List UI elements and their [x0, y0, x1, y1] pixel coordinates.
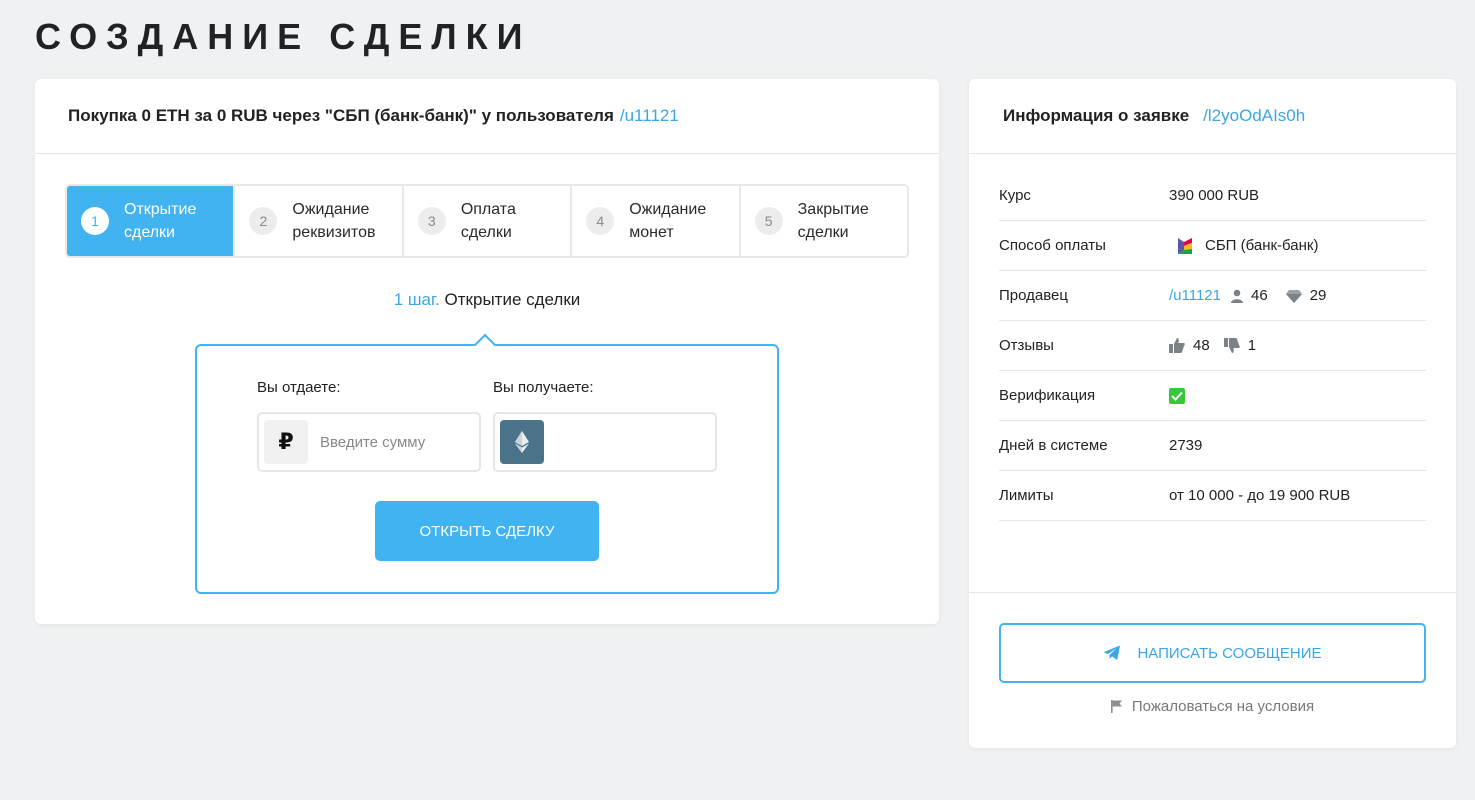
- send-message-button[interactable]: НАПИСАТЬ СООБЩЕНИЕ: [999, 623, 1426, 683]
- step-await-details[interactable]: 2 Ожидание реквизитов: [235, 186, 404, 256]
- deal-header-text: Покупка 0 ETH за 0 RUB через "СБП (банк-…: [68, 106, 614, 125]
- telegram-icon: [1103, 645, 1121, 660]
- verified-check-icon: [1169, 387, 1185, 404]
- step-number: 4: [586, 207, 615, 235]
- reviews-label: Отзывы: [999, 337, 1054, 354]
- steps-bar: 1 Открытие сделки 2 Ожидание реквизитов …: [65, 184, 909, 258]
- ethereum-icon: [500, 420, 544, 464]
- ruble-icon: ₽: [264, 420, 308, 464]
- info-row-payment: Способ оплаты СБП (банк-банк): [999, 221, 1426, 271]
- limits-label: Лимиты: [999, 487, 1054, 504]
- info-row-seller: Продавец /u11121 46 29: [999, 271, 1426, 321]
- step-number: 1: [81, 207, 109, 235]
- thumbs-down-icon: [1223, 338, 1240, 353]
- info-row-days: Дней в системе 2739: [999, 421, 1426, 471]
- payment-label: Способ оплаты: [999, 237, 1106, 254]
- info-row-rate: Курс 390 000 RUB: [999, 171, 1426, 221]
- payment-value: СБП (банк-банк): [1205, 237, 1319, 254]
- step-label: Закрытие сделки: [797, 201, 869, 241]
- step-close-deal[interactable]: 5 Закрытие сделки: [740, 186, 907, 256]
- step-label: Оплата сделки: [460, 201, 516, 241]
- get-label: Вы получаете:: [493, 379, 594, 396]
- seller-rating: 29: [1309, 287, 1327, 304]
- step-caption: 1 шаг. Открытие сделки: [35, 290, 939, 310]
- step-caption-text: Открытие сделки: [444, 290, 581, 309]
- verification-label: Верификация: [999, 387, 1096, 404]
- seller-deals-count: 46: [1251, 287, 1268, 304]
- get-field[interactable]: [493, 412, 717, 472]
- give-amount-input[interactable]: [320, 433, 470, 451]
- info-row-limits: Лимиты от 10 000 - до 19 900 RUB: [999, 471, 1426, 521]
- seller-link-header[interactable]: /u11121: [620, 106, 679, 126]
- deal-form: Вы отдаете: Вы получаете: ₽ ОТКРЫТЬ СДЕЛ…: [195, 344, 779, 594]
- days-value: 2739: [1169, 437, 1203, 454]
- order-info-card: Информация о заявке /l2yoOdAIs0h Курс 39…: [969, 79, 1456, 748]
- step-payment[interactable]: 3 Оплата сделки: [403, 186, 573, 256]
- complain-label: Пожаловаться на условия: [1131, 698, 1315, 715]
- days-label: Дней в системе: [999, 437, 1108, 454]
- send-message-label: НАПИСАТЬ СООБЩЕНИЕ: [1137, 644, 1322, 662]
- deal-header: Покупка 0 ETH за 0 RUB через "СБП (банк-…: [35, 79, 939, 154]
- deal-card: Покупка 0 ETH за 0 RUB через "СБП (банк-…: [35, 79, 939, 624]
- rate-value: 390 000 RUB: [1169, 187, 1260, 204]
- step-number: 3: [417, 207, 446, 235]
- order-info-list: Курс 390 000 RUB Способ оплаты СБП (банк…: [999, 171, 1426, 521]
- step-number: 2: [249, 207, 278, 235]
- step-await-coins[interactable]: 4 Ожидание монет: [572, 186, 741, 256]
- step-number: 5: [754, 207, 783, 235]
- step-caption-number: 1 шаг.: [393, 290, 440, 309]
- page-title: СОЗДАНИЕ СДЕЛКИ: [35, 16, 532, 57]
- thumbs-up-icon: [1169, 338, 1185, 353]
- diamond-icon: [1285, 289, 1302, 303]
- reviews-positive: 48: [1193, 337, 1210, 354]
- step-label: Ожидание реквизитов: [292, 201, 376, 241]
- complain-link[interactable]: Пожаловаться на условия: [969, 698, 1456, 715]
- give-label: Вы отдаете:: [257, 379, 341, 396]
- reviews-negative: 1: [1247, 337, 1257, 354]
- sbp-logo-icon: [1178, 237, 1192, 254]
- user-icon: [1231, 289, 1243, 303]
- order-info-title: Информация о заявке: [1003, 106, 1190, 125]
- limits-value: от 10 000 - до 19 900 RUB: [1169, 487, 1351, 504]
- give-field[interactable]: ₽: [257, 412, 481, 472]
- divider: [969, 592, 1456, 593]
- open-deal-button[interactable]: ОТКРЫТЬ СДЕЛКУ: [375, 501, 599, 561]
- seller-link[interactable]: /u11121: [1169, 287, 1221, 304]
- step-open-deal[interactable]: 1 Открытие сделки: [67, 186, 236, 256]
- order-info-header: Информация о заявке /l2yoOdAIs0h: [969, 79, 1456, 154]
- rate-label: Курс: [999, 187, 1031, 204]
- info-row-verification: Верификация: [999, 371, 1426, 421]
- step-label: Ожидание монет: [629, 201, 707, 241]
- order-id-link[interactable]: /l2yoOdAIs0h: [1203, 106, 1305, 126]
- flag-icon: [1110, 700, 1122, 713]
- info-row-reviews: Отзывы 48 1: [999, 321, 1426, 371]
- get-amount-input[interactable]: [556, 433, 706, 451]
- seller-label: Продавец: [999, 287, 1068, 304]
- step-label: Открытие сделки: [124, 201, 197, 241]
